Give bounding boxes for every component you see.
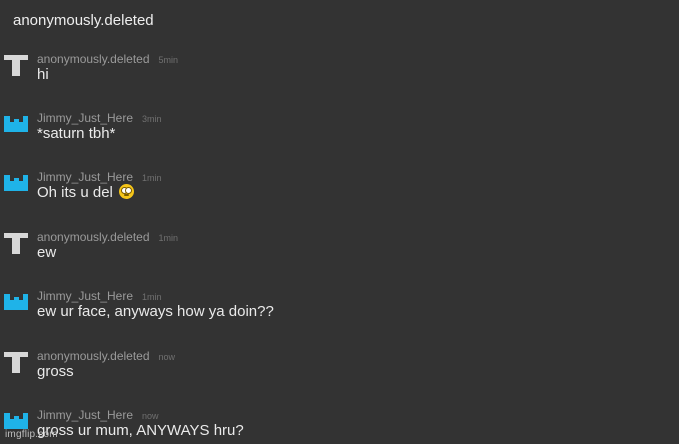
message-item: Jimmy_Just_Here now gross ur mum, ANYWAYS… [0, 404, 679, 444]
message-username[interactable]: anonymously.deleted [37, 349, 150, 363]
message-meta: anonymously.deleted 5min [37, 50, 178, 68]
message-text: hi [37, 66, 49, 83]
message-timestamp: now [158, 352, 176, 362]
message-feed: anonymously.deleted 5min hi Jimmy_Just_He… [0, 0, 679, 444]
message-timestamp: 1min [142, 292, 162, 302]
message-meta: anonymously.deleted 1min [37, 228, 178, 246]
message-timestamp: 1min [142, 173, 162, 183]
message-username[interactable]: Jimmy_Just_Here [37, 408, 133, 422]
message-item: anonymously.deleted now gross [0, 345, 679, 395]
message-item: Jimmy_Just_Here 1min Oh its u del [0, 166, 679, 216]
message-username[interactable]: Jimmy_Just_Here [37, 289, 133, 303]
message-item: Jimmy_Just_Here 3min *saturn tbh* [0, 107, 679, 157]
message-timestamp: 5min [158, 55, 179, 65]
message-text: ew ur face, anyways how ya doin?? [37, 303, 274, 320]
blue-u-avatar-icon[interactable] [3, 110, 29, 136]
blue-u-avatar-icon[interactable] [3, 169, 29, 195]
blue-u-avatar-icon[interactable] [3, 288, 29, 314]
message-text: gross [37, 363, 74, 380]
imgflip-watermark: imgflip.com [5, 429, 58, 440]
message-item: Jimmy_Just_Here 1min ew ur face, anyways … [0, 285, 679, 335]
message-text: Oh its u del [37, 184, 135, 201]
gray-t-avatar-icon[interactable] [3, 51, 29, 77]
message-item: anonymously.deleted 5min hi [0, 48, 679, 98]
gray-t-avatar-icon[interactable] [3, 229, 29, 255]
gray-t-avatar-icon[interactable] [3, 348, 29, 374]
message-item: anonymously.deleted 1min ew [0, 226, 679, 276]
message-text: *saturn tbh* [37, 125, 116, 142]
message-text: ew [37, 244, 57, 261]
message-timestamp: now [142, 411, 159, 421]
message-username[interactable]: Jimmy_Just_Here [37, 111, 133, 125]
message-timestamp: 1min [158, 233, 179, 243]
message-text: gross ur mum, ANYWAYS hru? [37, 422, 244, 439]
rolling-eyes-emoji-icon [119, 184, 135, 199]
message-timestamp: 3min [142, 114, 162, 124]
message-username[interactable]: anonymously.deleted [37, 52, 150, 66]
message-username[interactable]: Jimmy_Just_Here [37, 170, 133, 184]
message-username[interactable]: anonymously.deleted [37, 230, 150, 244]
